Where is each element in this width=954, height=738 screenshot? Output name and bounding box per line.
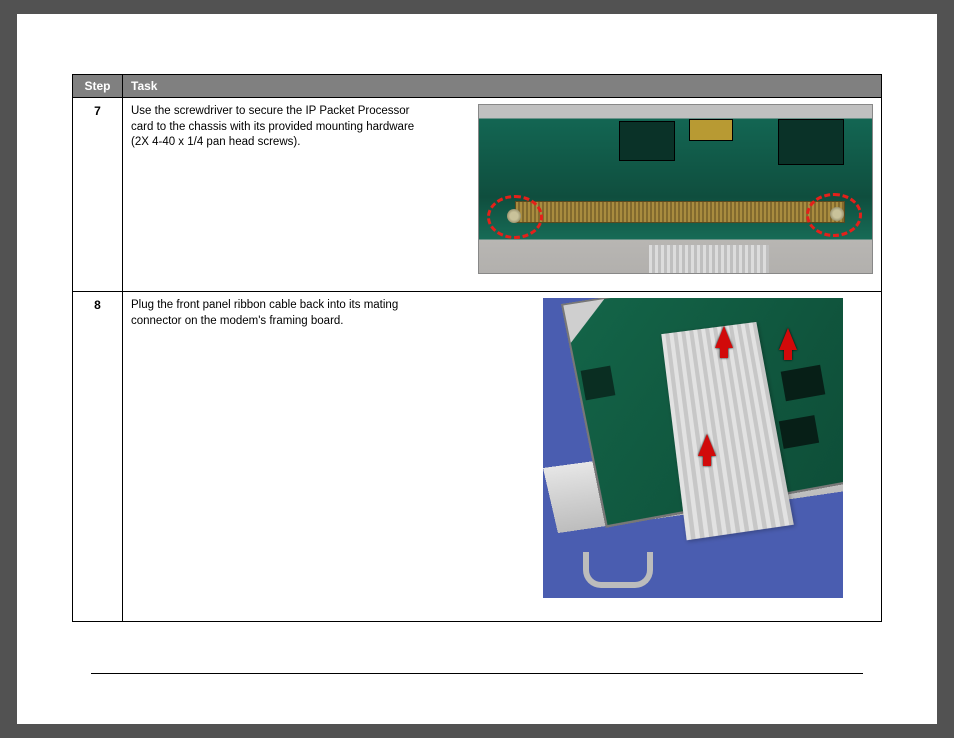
arrow-up-icon	[715, 326, 733, 348]
task-text: Use the screwdriver to secure the IP Pac…	[131, 104, 431, 151]
arrow-up-icon	[698, 434, 716, 456]
procedure-table: Step Task 7 Use the screwdriver to secur…	[72, 74, 882, 622]
ribbon-cable-icon	[649, 245, 769, 273]
chip-icon	[581, 366, 616, 401]
highlight-circle-icon	[806, 193, 862, 237]
arrow-left-icon	[779, 328, 797, 350]
step7-image	[478, 104, 873, 274]
header-step: Step	[73, 75, 123, 98]
highlight-circle-icon	[487, 195, 543, 239]
chip-icon	[689, 119, 733, 141]
step8-image	[543, 298, 843, 598]
table-header-row: Step Task	[73, 75, 882, 98]
table-row: 8 Plug the front panel ribbon cable back…	[73, 292, 882, 622]
header-task: Task	[123, 75, 882, 98]
pci-slot-icon	[515, 201, 845, 223]
table-row: 7 Use the screwdriver to secure the IP P…	[73, 98, 882, 292]
task-text: Plug the front panel ribbon cable back i…	[131, 298, 431, 329]
document-page: Step Task 7 Use the screwdriver to secur…	[17, 14, 937, 724]
chip-icon	[778, 119, 844, 165]
task-cell: Use the screwdriver to secure the IP Pac…	[123, 98, 882, 292]
step-number: 7	[73, 98, 123, 292]
footer-rule	[91, 673, 863, 674]
task-cell: Plug the front panel ribbon cable back i…	[123, 292, 882, 622]
step-number: 8	[73, 292, 123, 622]
chip-icon	[619, 121, 675, 161]
handle-icon	[583, 552, 653, 588]
